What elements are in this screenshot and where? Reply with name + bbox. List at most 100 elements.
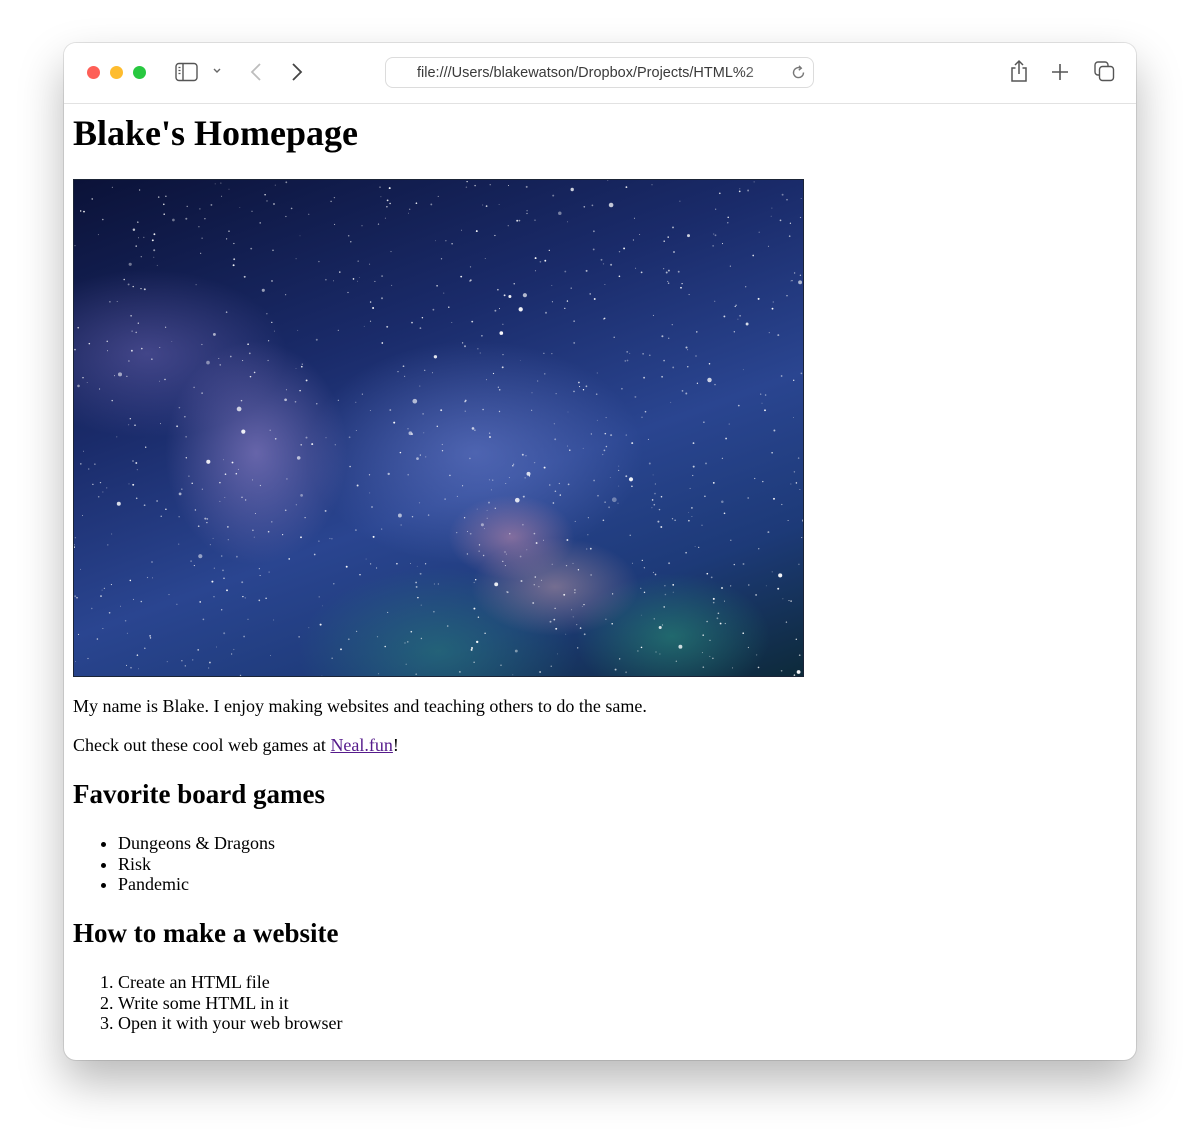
star: [198, 226, 200, 228]
star: [597, 494, 599, 497]
star: [107, 544, 109, 546]
star: [499, 308, 500, 310]
plus-icon[interactable]: [1051, 63, 1069, 81]
star: [274, 184, 276, 186]
star: [735, 304, 737, 306]
star: [386, 199, 389, 202]
star: [236, 555, 238, 558]
star: [101, 589, 103, 591]
url-text[interactable]: file:///Users/blakewatson/Dropbox/Projec…: [417, 65, 779, 81]
star: [521, 453, 524, 456]
star: [228, 230, 230, 232]
star: [714, 300, 716, 302]
star: [696, 331, 698, 333]
chevron-right-icon[interactable]: [291, 62, 303, 82]
star: [221, 195, 223, 197]
star: [102, 491, 104, 493]
star: [132, 228, 136, 231]
maximize-window-icon[interactable]: [133, 66, 146, 79]
star: [358, 277, 360, 278]
star: [271, 280, 273, 282]
star: [572, 616, 574, 618]
star: [181, 488, 183, 490]
star: [657, 520, 660, 523]
star: [226, 589, 228, 592]
star: [649, 354, 651, 357]
star: [582, 447, 584, 449]
star: [151, 239, 154, 242]
star: [552, 502, 555, 504]
star: [417, 596, 419, 599]
star: [626, 351, 629, 353]
star: [193, 386, 195, 389]
star: [171, 341, 173, 343]
star: [500, 664, 502, 666]
star: [333, 196, 336, 199]
star: [140, 256, 142, 258]
star: [349, 465, 351, 468]
star: [782, 598, 784, 600]
star: [333, 583, 335, 585]
star: [361, 225, 363, 227]
star: [422, 413, 424, 415]
star: [185, 217, 188, 220]
star: [227, 539, 229, 541]
intro-paragraph: My name is Blake. I enjoy making website…: [73, 696, 647, 716]
star: [149, 637, 152, 639]
star: [137, 322, 139, 324]
star: [793, 417, 795, 419]
share-icon[interactable]: [1010, 59, 1028, 83]
star: [194, 509, 197, 511]
minimize-window-icon[interactable]: [110, 66, 123, 79]
star: [659, 653, 661, 655]
star: [469, 532, 472, 535]
star: [284, 398, 287, 402]
neal-fun-link[interactable]: Neal.fun: [330, 735, 392, 755]
address-bar[interactable]: file:///Users/blakewatson/Dropbox/Projec…: [385, 57, 814, 88]
star: [219, 481, 221, 484]
star: [665, 271, 668, 274]
sidebar-icon[interactable]: [175, 62, 198, 82]
star: [240, 399, 243, 402]
star: [757, 297, 760, 300]
star: [475, 579, 477, 581]
star: [416, 565, 418, 567]
close-window-icon[interactable]: [87, 66, 100, 79]
star: [567, 445, 569, 447]
star: [178, 492, 182, 496]
star: [764, 394, 767, 396]
star: [132, 285, 134, 288]
star: [725, 437, 728, 440]
chevron-down-icon[interactable]: [212, 67, 222, 75]
star: [216, 646, 217, 648]
tab-overview-icon[interactable]: [1094, 61, 1115, 82]
star: [186, 205, 188, 208]
star: [88, 342, 91, 345]
star: [663, 268, 665, 270]
star: [585, 269, 588, 272]
star: [574, 520, 576, 522]
star: [157, 196, 160, 198]
star: [386, 206, 388, 208]
star: [117, 372, 123, 377]
star: [605, 445, 608, 448]
star: [222, 569, 224, 572]
star: [352, 278, 355, 280]
star: [625, 434, 628, 436]
star: [490, 489, 492, 491]
star: [520, 580, 523, 582]
star: [76, 597, 78, 599]
star: [159, 380, 161, 382]
star: [672, 226, 674, 229]
star: [74, 537, 76, 539]
star: [668, 562, 671, 565]
chevron-left-icon[interactable]: [250, 62, 262, 82]
star: [159, 347, 161, 348]
star: [195, 284, 197, 286]
star: [440, 409, 443, 412]
reload-icon[interactable]: [790, 64, 807, 86]
star: [138, 189, 141, 191]
star: [587, 517, 589, 519]
star: [785, 621, 788, 623]
star: [721, 243, 724, 245]
